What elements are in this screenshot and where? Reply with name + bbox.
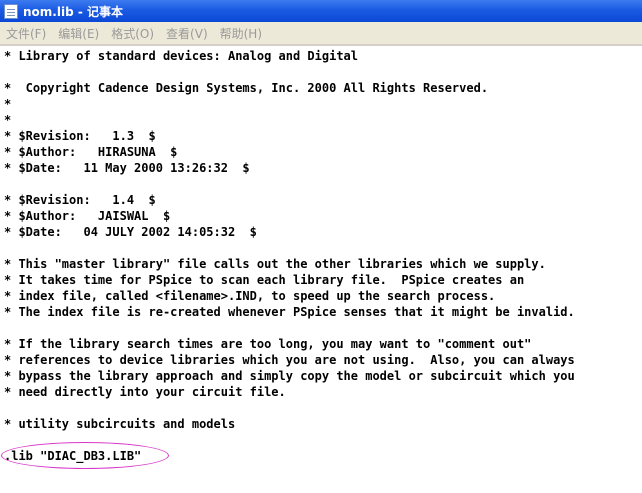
menu-file[interactable]: 文件(F) <box>0 25 52 42</box>
menu-edit[interactable]: 编辑(E) <box>52 25 105 42</box>
menu-view[interactable]: 查看(V) <box>160 25 214 42</box>
text-line: * It takes time for PSpice to scan each … <box>4 273 525 287</box>
text-line: * If the library search times are too lo… <box>4 337 532 351</box>
text-line: * index file, called <filename>.IND, to … <box>4 289 496 303</box>
text-line: * <box>4 97 12 111</box>
text-line: * bypass the library approach and simply… <box>4 369 575 383</box>
menu-format[interactable]: 格式(O) <box>105 25 160 42</box>
window-title: nom.lib - 记事本 <box>23 4 124 19</box>
text-line: * $Author: HIRASUNA $ <box>4 145 178 159</box>
text-line: * need directly into your circuit file. <box>4 385 286 399</box>
highlight-ellipse <box>1 442 169 469</box>
text-line: * $Revision: 1.3 $ <box>4 129 156 143</box>
menu-bar: 文件(F) 编辑(E) 格式(O) 查看(V) 帮助(H) <box>0 22 642 44</box>
menu-help[interactable]: 帮助(H) <box>214 25 268 42</box>
text-line: * This "master library" file calls out t… <box>4 257 546 271</box>
text-line: * utility subcircuits and models <box>4 417 236 431</box>
title-bar[interactable]: nom.lib - 记事本 <box>0 0 642 22</box>
text-line: * The index file is re-created whenever … <box>4 305 575 319</box>
text-line: * $Revision: 1.4 $ <box>4 193 156 207</box>
text-line: * $Date: 11 May 2000 13:26:32 $ <box>4 161 250 175</box>
text-line: * Copyright Cadence Design Systems, Inc.… <box>4 81 489 95</box>
text-editor[interactable]: * Library of standard devices: Analog an… <box>0 47 642 493</box>
notepad-icon <box>4 3 18 19</box>
text-line: * <box>4 113 12 127</box>
text-line: * Library of standard devices: Analog an… <box>4 49 359 63</box>
text-line: * $Date: 04 JULY 2002 14:05:32 $ <box>4 225 257 239</box>
text-line: * references to device libraries which y… <box>4 353 575 367</box>
text-line: * $Author: JAISWAL $ <box>4 209 171 223</box>
